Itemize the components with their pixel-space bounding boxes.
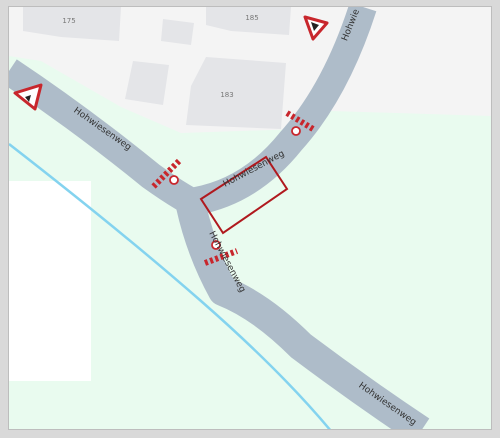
blank-area bbox=[9, 181, 91, 381]
building-183 bbox=[186, 57, 286, 129]
house-number-175: 175 bbox=[62, 17, 75, 25]
map-window: 175 185 183 Hohwiesenweg Hohwiesenweg Ho… bbox=[0, 0, 500, 438]
house-number-185: 185 bbox=[245, 14, 258, 22]
map-svg: 175 185 183 Hohwiesenweg Hohwiesenweg Ho… bbox=[9, 7, 491, 429]
map-canvas[interactable]: 175 185 183 Hohwiesenweg Hohwiesenweg Ho… bbox=[8, 6, 492, 430]
building-small bbox=[161, 19, 194, 45]
road-hohwiesenweg-south bbox=[176, 202, 430, 429]
house-number-183: 183 bbox=[220, 91, 233, 99]
